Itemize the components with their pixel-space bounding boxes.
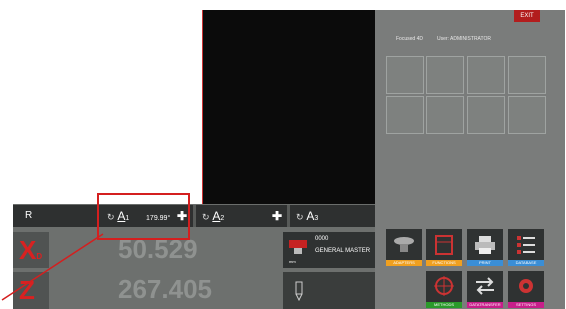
- tool-slot-5[interactable]: [386, 96, 424, 134]
- probe-panel[interactable]: [283, 272, 375, 309]
- radius-label: R: [25, 210, 33, 221]
- probe-icon: [295, 281, 303, 301]
- methods-label: METHODS: [426, 302, 462, 308]
- axis-a2-field[interactable]: ↻ A2 ✚: [196, 205, 287, 227]
- adapters-label: ADAPTERS: [386, 260, 422, 266]
- settings-label: SETTINGS: [508, 302, 544, 308]
- axis-a3-field[interactable]: ↻ A3: [290, 205, 375, 227]
- tool-slot-7[interactable]: [467, 96, 505, 134]
- master-tool-icon: [289, 240, 307, 254]
- master-name: GENERAL MASTER: [315, 248, 371, 254]
- add-icon[interactable]: ✚: [272, 205, 282, 227]
- database-label: DATABASE: [508, 260, 544, 266]
- settings-button[interactable]: SETTINGS: [508, 271, 544, 308]
- tool-slot-1[interactable]: [386, 56, 424, 94]
- axis-a2-index: 2: [220, 215, 225, 222]
- tool-slot-4[interactable]: [508, 56, 546, 94]
- annotation-highlight: [97, 193, 190, 240]
- camera-view-right: [202, 10, 376, 204]
- annotation-pointer-line: [1, 233, 104, 301]
- status-mode: Focused 4D: [396, 36, 423, 42]
- tool-slot-8[interactable]: [508, 96, 546, 134]
- radius-field[interactable]: R: [13, 205, 97, 227]
- rotate-icon: ↻: [202, 212, 210, 222]
- database-button[interactable]: DATABASE: [508, 229, 544, 266]
- settings-icon: [519, 279, 533, 293]
- tool-slot-6[interactable]: [426, 96, 464, 134]
- datatransfer-button[interactable]: DATATRANSFER: [467, 271, 503, 308]
- functions-label: FUNCTIONS: [426, 260, 462, 266]
- target-icon: [434, 276, 454, 296]
- print-button[interactable]: PRINT: [467, 229, 503, 266]
- master-selector[interactable]: 0000 GENERAL MASTER mm: [283, 232, 375, 268]
- master-code: 0000: [315, 236, 329, 242]
- axis-a3-index: 3: [314, 215, 319, 222]
- rotate-icon: ↻: [296, 212, 304, 222]
- adapters-button[interactable]: ADAPTERS: [386, 229, 422, 266]
- tool-slot-3[interactable]: [467, 56, 505, 94]
- methods-button[interactable]: METHODS: [426, 271, 462, 308]
- exit-button[interactable]: EXIT: [514, 10, 540, 22]
- functions-icon: [435, 235, 453, 255]
- print-label: PRINT: [467, 260, 503, 266]
- master-unit: mm: [289, 259, 296, 264]
- transfer-icon: [476, 277, 494, 295]
- database-icon: [517, 236, 535, 254]
- z-value: 267.405: [118, 274, 212, 304]
- camera-view-left: [13, 10, 202, 204]
- tool-slot-2[interactable]: [426, 56, 464, 94]
- adapter-icon: [394, 237, 414, 252]
- datatransfer-label: DATATRANSFER: [467, 302, 503, 308]
- status-user: User: ADMINISTRATOR: [437, 36, 491, 42]
- printer-icon: [475, 236, 495, 254]
- functions-button[interactable]: FUNCTIONS: [426, 229, 462, 266]
